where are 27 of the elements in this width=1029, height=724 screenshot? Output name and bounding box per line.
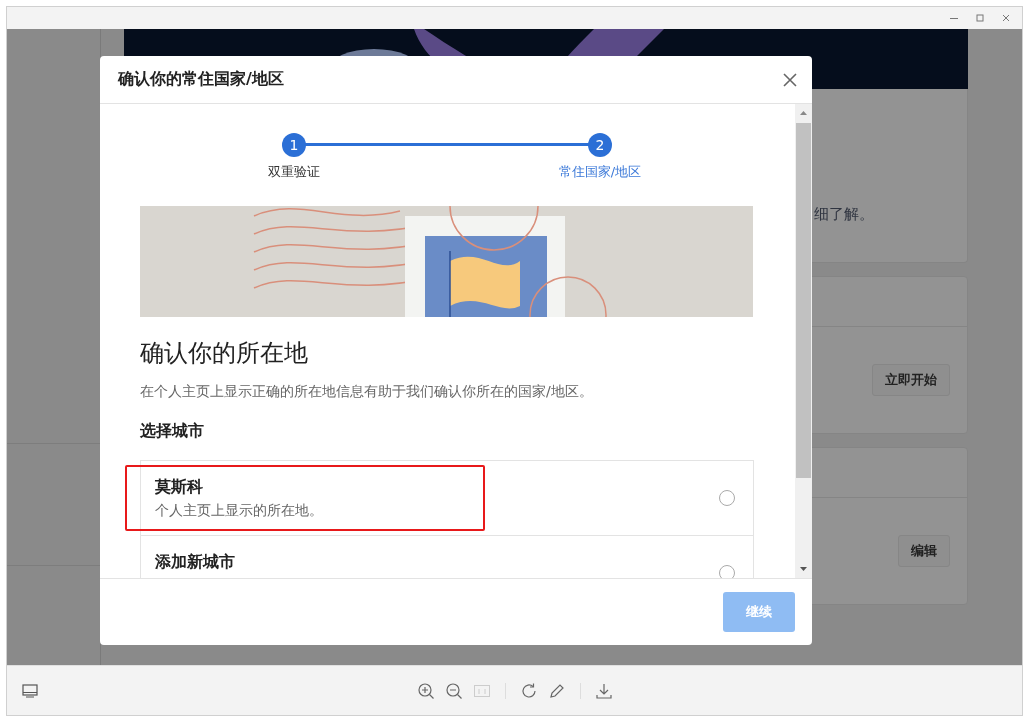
step-label: 双重验证 bbox=[268, 163, 320, 181]
maximize-icon[interactable] bbox=[974, 12, 986, 24]
rotate-icon[interactable] bbox=[519, 681, 538, 700]
dialog-title: 确认你的常住国家/地区 bbox=[118, 69, 284, 90]
download-icon[interactable] bbox=[594, 681, 613, 700]
action-button[interactable]: 立即开始 bbox=[872, 364, 950, 396]
city-option[interactable]: 莫斯科 个人主页上显示的所在地。 bbox=[141, 461, 753, 536]
radio-button[interactable] bbox=[719, 490, 735, 506]
scrollbar[interactable] bbox=[795, 104, 812, 578]
option-subtitle: 个人主页上显示的所在地。 bbox=[155, 502, 323, 520]
monitor-icon[interactable] bbox=[21, 682, 39, 700]
close-icon[interactable] bbox=[1000, 12, 1012, 24]
step-number: 1 bbox=[282, 133, 306, 157]
section-label: 选择城市 bbox=[140, 421, 205, 442]
zoom-out-icon[interactable] bbox=[444, 681, 463, 700]
option-title: 莫斯科 bbox=[155, 477, 204, 498]
card-text: 细了解。 bbox=[814, 205, 874, 224]
option-title: 添加新城市 bbox=[155, 552, 235, 573]
scroll-down-arrow-icon[interactable] bbox=[799, 564, 808, 573]
step-label: 常住国家/地区 bbox=[558, 163, 642, 181]
zoom-in-icon[interactable] bbox=[416, 681, 435, 700]
scroll-up-arrow-icon[interactable] bbox=[799, 109, 808, 118]
radio-button[interactable] bbox=[719, 565, 735, 578]
action-button[interactable]: 编辑 bbox=[898, 535, 950, 567]
section-heading: 确认你的所在地 bbox=[140, 338, 309, 369]
step-number: 2 bbox=[588, 133, 612, 157]
description-text: 在个人主页上显示正确的所在地信息有助于我们确认你所在的国家/地区。 bbox=[140, 383, 594, 401]
